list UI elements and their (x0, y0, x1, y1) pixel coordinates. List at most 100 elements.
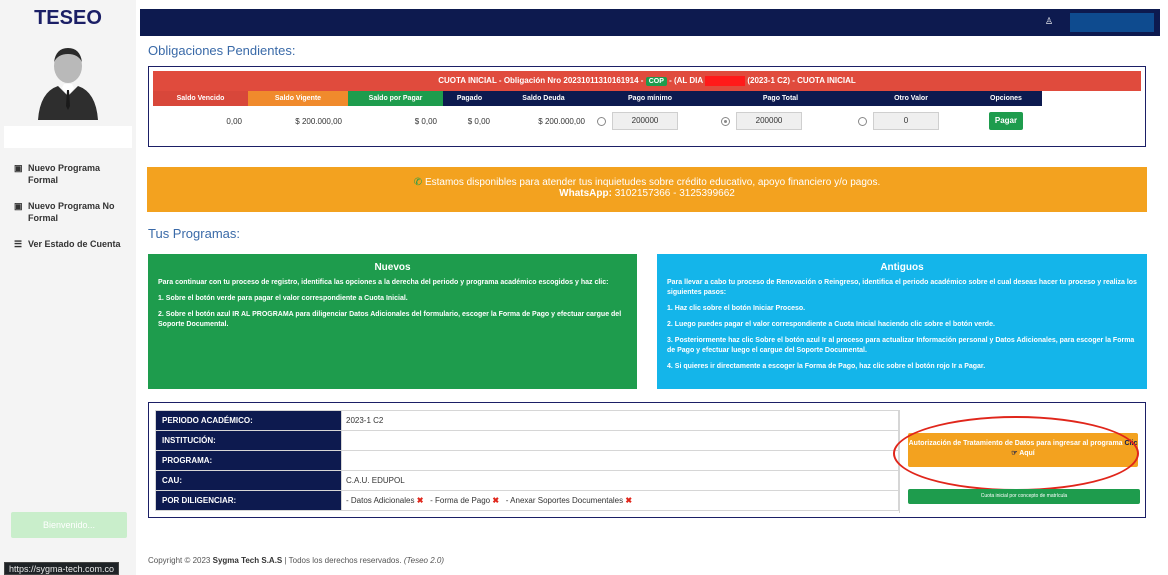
redacted-block (705, 75, 746, 86)
pagado-value: $ 0,00 (467, 116, 490, 126)
table-row: 0,00 $ 200.000,00 $ 0,00 $ 0,00 $ 200.00… (153, 106, 1141, 136)
program-detail-panel: PERIODO ACADÉMICO: 2023-1 C2 INSTITUCIÓN… (148, 402, 1146, 518)
cau-value: C.A.U. EDUPOL (341, 470, 899, 491)
otro-valor-input[interactable]: 0 (873, 112, 939, 130)
currency-badge: COP (645, 77, 667, 86)
column-header: Saldo por Pagar (348, 91, 443, 106)
otro-valor-option: 0 (852, 112, 970, 130)
nuevos-heading: Nuevos (374, 262, 411, 273)
programa-label: PROGRAMA: (155, 450, 342, 471)
pay-button[interactable]: Pagar (989, 112, 1023, 130)
por-diligenciar-value: - Datos Adicionales ✖ - Forma de Pago ✖ … (341, 490, 899, 511)
pago-total-input[interactable]: 200000 (736, 112, 802, 130)
programs-title: Tus Programas: (148, 226, 240, 241)
status-bar-url: https://sygma-tech.com.co (4, 562, 120, 575)
periodo-label: PERIODO ACADÉMICO: (155, 410, 342, 431)
table-row: PERIODO ACADÉMICO: 2023-1 C2 (155, 410, 899, 431)
por-diligenciar-label: POR DILIGENCIAR: (155, 490, 342, 511)
table-row: POR DILIGENCIAR: - Datos Adicionales ✖ -… (155, 490, 899, 511)
sidebar-item-ver-estado-de-cuenta[interactable]: ☰ Ver Estado de Cuenta (0, 236, 136, 252)
column-header: Saldo Deuda (496, 91, 591, 106)
nuevos-intro: Para continuar con tu proceso de registr… (158, 279, 609, 286)
user-name-box (4, 126, 132, 148)
table-row: CAU: C.A.U. EDUPOL (155, 470, 899, 491)
missing-x-icon: ✖ (625, 496, 633, 505)
nuevos-info-box: Nuevos Para continuar con tu proceso de … (148, 254, 637, 389)
program-info-table: PERIODO ACADÉMICO: 2023-1 C2 INSTITUCIÓN… (155, 410, 899, 511)
column-header: Pagado (443, 91, 496, 106)
plus-box-icon: ▣ (14, 201, 23, 211)
obligation-header-prefix: CUOTA INICIAL - Obligación Nro 202310113… (438, 76, 644, 85)
obligations-panel: CUOTA INICIAL - Obligación Nro 202310113… (148, 66, 1146, 147)
column-header: Pago mínimo (591, 91, 709, 106)
periodo-value: 2023-1 C2 (341, 410, 899, 431)
column-header: Saldo Vencido (153, 91, 248, 106)
sidebar-item-label: Ver Estado de Cuenta (28, 239, 121, 249)
footer-suffix: | Todos los derechos reservados. (284, 556, 402, 565)
sidebar-item-nuevo-programa-no-formal[interactable]: ▣ Nuevo Programa No Formal (0, 198, 136, 226)
highlight-circle (893, 416, 1139, 491)
table-row: INSTITUCIÓN: (155, 430, 899, 451)
pending-item: - Datos Adicionales (346, 496, 415, 505)
programa-value (341, 450, 899, 471)
column-header: Otro Valor (852, 91, 970, 106)
page-footer: Copyright © 2023 Sygma Tech S.A.S | Todo… (148, 556, 444, 565)
table-row: PROGRAMA: (155, 450, 899, 471)
missing-x-icon: ✖ (416, 496, 424, 505)
pago-total-radio[interactable] (721, 116, 730, 126)
antiguos-heading: Antiguos (880, 262, 924, 273)
saldo-por-pagar-value: $ 0,00 (414, 116, 437, 126)
obligations-title: Obligaciones Pendientes: (148, 43, 296, 58)
antiguos-info-box: Antiguos Para llevar a cabo tu proceso d… (657, 254, 1147, 389)
pago-total-option: 200000 (709, 112, 852, 130)
antiguos-step-3: 3. Posteriormente haz clic Sobre el botó… (667, 337, 1135, 354)
institucion-value (341, 430, 899, 451)
cau-label: CAU: (155, 470, 342, 491)
support-banner: ✆ Estamos disponibles para atender tus i… (147, 167, 1147, 212)
user-icon[interactable]: ♙ (1045, 16, 1055, 28)
app-root: TESEO ▣ Nuevo Programa Formal ▣ Nuevo Pr… (0, 0, 1168, 575)
banner-text: Estamos disponibles para atender tus inq… (424, 177, 881, 188)
antiguos-intro: Para llevar a cabo tu proceso de Renovac… (667, 279, 1137, 296)
pago-minimo-radio[interactable] (597, 116, 606, 126)
plus-box-icon: ▣ (14, 163, 23, 173)
welcome-button[interactable]: Bienvenido... (11, 512, 127, 538)
sidebar-item-label: Nuevo Programa No Formal (28, 201, 115, 223)
antiguos-step-2: 2. Luego puedes pagar el valor correspon… (667, 321, 995, 328)
user-menu-field[interactable] (1070, 13, 1154, 32)
pago-minimo-input[interactable]: 200000 (612, 112, 678, 130)
missing-x-icon: ✖ (492, 496, 500, 505)
pending-item: - Anexar Soportes Documentales (505, 496, 624, 505)
column-header: Opciones (970, 91, 1042, 106)
list-icon: ☰ (14, 239, 23, 249)
sidebar-item-nuevo-programa-formal[interactable]: ▣ Nuevo Programa Formal (0, 160, 136, 188)
nuevos-step-1: 1. Sobre el botón verde para pagar el va… (158, 295, 408, 302)
whatsapp-numbers: 3102157366 - 3125399662 (614, 188, 735, 199)
obligation-header-suffix: (2023-1 C2) - CUOTA INICIAL (747, 76, 856, 85)
whatsapp-icon: ✆ (413, 177, 423, 188)
sidebar-item-label: Nuevo Programa Formal (28, 163, 101, 185)
obligation-header-mid: - (AL DIA (669, 76, 703, 85)
column-header: Pago Total (709, 91, 852, 106)
footer-company: Sygma Tech S.A.S (212, 556, 283, 565)
options-cell: Pagar (970, 112, 1042, 130)
saldo-deuda-value: $ 200.000,00 (538, 116, 585, 126)
nuevos-step-2: 2. Sobre el botón azul IR AL PROGRAMA pa… (158, 311, 622, 328)
otro-valor-radio[interactable] (858, 116, 867, 126)
footer-prefix: Copyright © 2023 (148, 556, 211, 565)
top-navbar: ♙ (140, 9, 1160, 36)
pago-minimo-option: 200000 (591, 112, 709, 130)
pending-item: - Forma de Pago (430, 496, 491, 505)
footer-version: (Teseo 2.0) (403, 556, 445, 565)
column-header: Saldo Vigente (248, 91, 348, 106)
saldo-vigente-value: $ 200.000,00 (295, 116, 342, 126)
cuota-inicial-button[interactable]: Cuota inicial por concepto de matrícula (908, 489, 1140, 504)
whatsapp-label: WhatsApp: (559, 188, 612, 199)
obligation-header: CUOTA INICIAL - Obligación Nro 202310113… (153, 71, 1141, 91)
sidebar-nav: ▣ Nuevo Programa Formal ▣ Nuevo Programa… (0, 160, 136, 262)
obligation-columns: Saldo Vencido Saldo Vigente Saldo por Pa… (153, 91, 1141, 106)
antiguos-step-1: 1. Haz clic sobre el botón Iniciar Proce… (667, 305, 806, 312)
antiguos-step-4: 4. Si quieres ir directamente a escoger … (667, 363, 986, 370)
institucion-label: INSTITUCIÓN: (155, 430, 342, 451)
user-avatar-icon (38, 48, 98, 120)
